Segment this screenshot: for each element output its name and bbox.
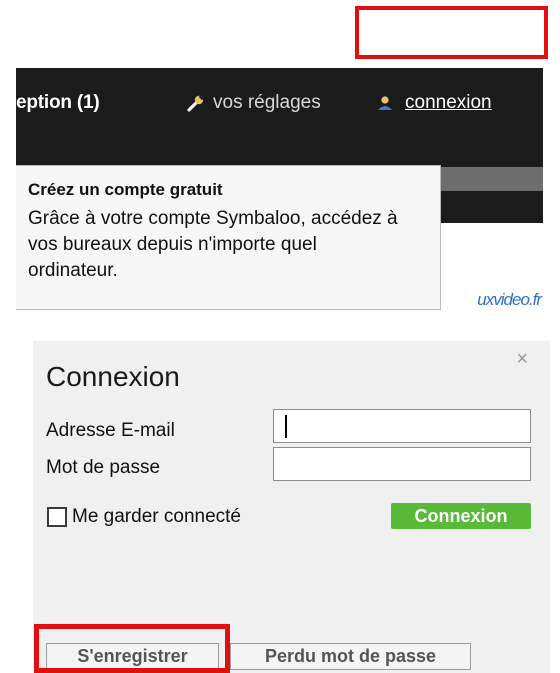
remember-me[interactable]: Me garder connecté [47,506,241,528]
create-account-tooltip: Créez un compte gratuit Grâce à votre co… [16,165,441,310]
password-field[interactable] [273,447,531,481]
email-label: Adresse E-mail [46,420,175,441]
tooltip-body: Grâce à votre compte Symbaloo, accédez à… [28,208,398,281]
close-icon[interactable]: × [516,349,528,369]
login-link-label: connexion [405,92,492,113]
remember-checkbox[interactable] [47,507,67,527]
password-label: Mot de passe [46,457,161,478]
top-navigation-bar: eption (1) vos réglages connexion [16,68,543,140]
symbaloo-header-panel: eption (1) vos réglages connexion uxvide… [16,68,543,310]
remember-label: Me garder connecté [72,506,241,527]
settings-link[interactable]: vos réglages [187,92,321,114]
email-field[interactable] [273,409,531,443]
text-cursor [285,415,287,438]
reception-tab[interactable]: eption (1) [16,92,100,114]
site-tile[interactable]: uxvideo.fr [436,223,543,310]
dialog-title: Connexion [46,361,180,392]
user-icon [378,96,392,110]
tooltip-title: Créez un compte gratuit [28,180,223,199]
highlight-box-register [34,624,230,673]
login-link[interactable]: connexion [377,92,492,114]
wrench-icon [187,95,204,112]
settings-link-label: vos réglages [213,92,321,113]
site-tile-label: uxvideo.fr [477,290,542,309]
forgot-password-button[interactable]: Perdu mot de passe [230,643,471,670]
highlight-box-top [355,6,548,59]
login-button[interactable]: Connexion [391,503,531,529]
